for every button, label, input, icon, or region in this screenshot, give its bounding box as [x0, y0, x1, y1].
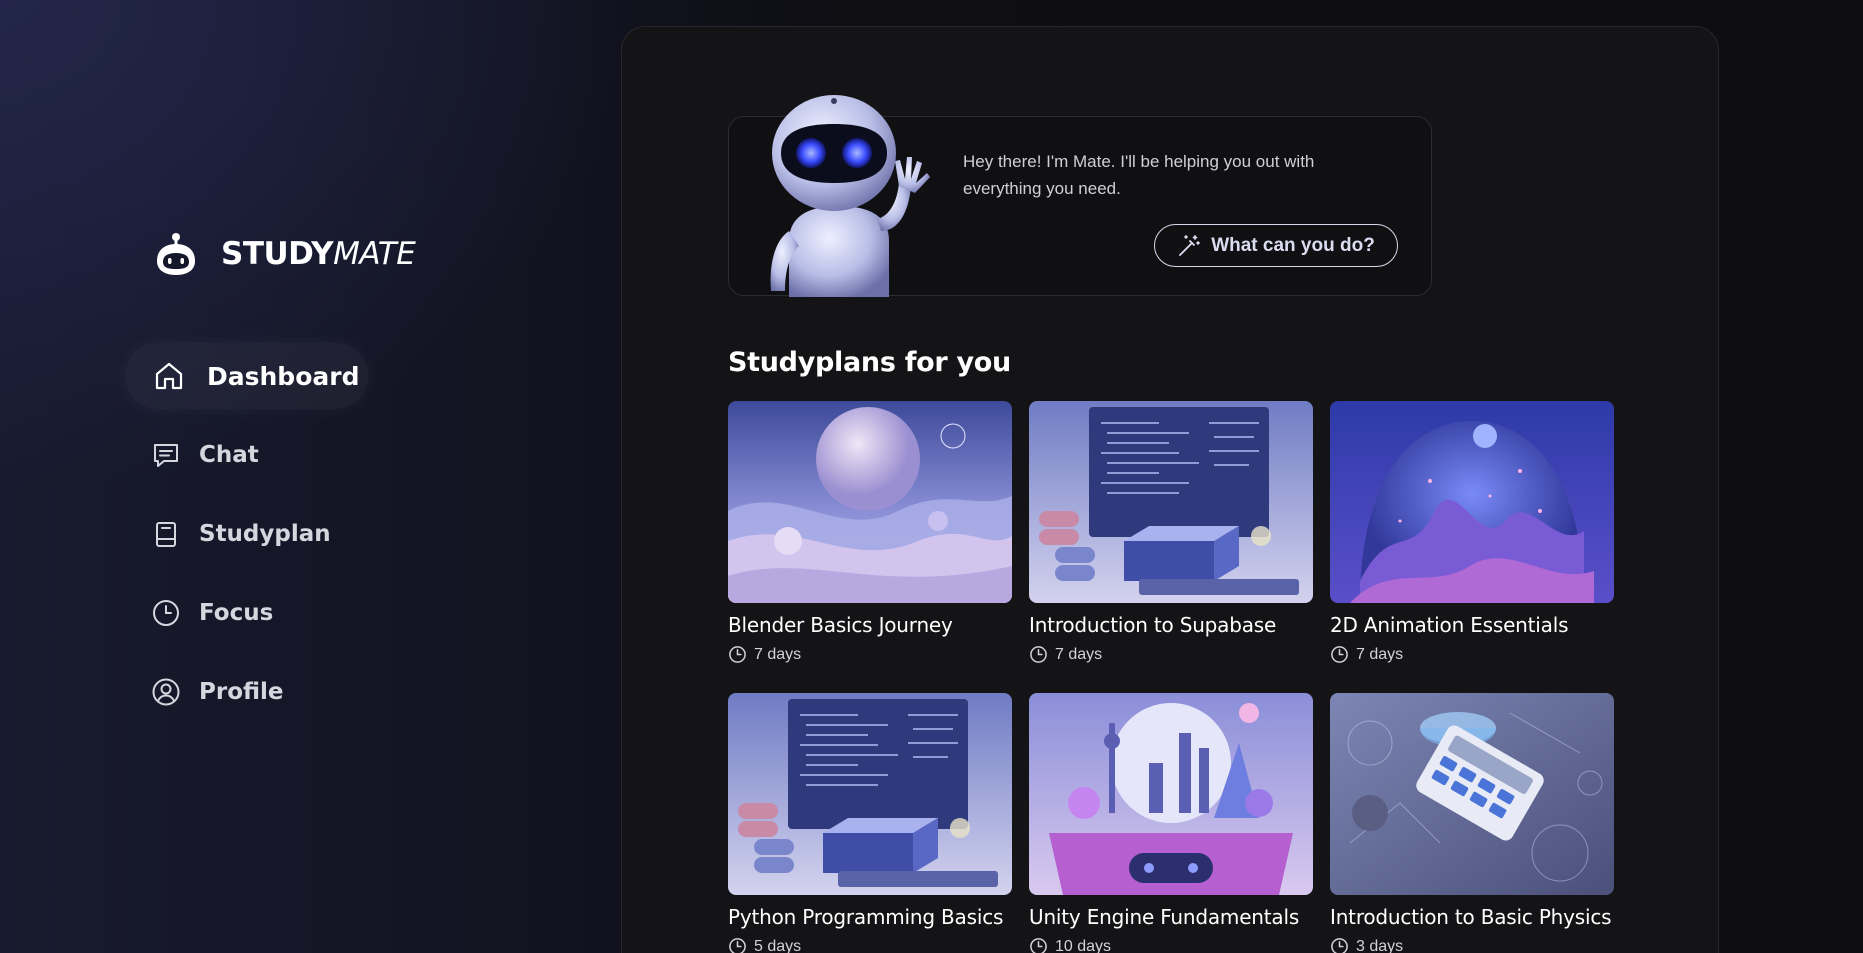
- studyplan-card[interactable]: Python Programming Basics 5 days: [728, 693, 1012, 953]
- studyplans-heading: Studyplans for you: [728, 347, 1011, 378]
- sidebar-item-label: Studyplan: [199, 521, 331, 547]
- sidebar-item-dashboard[interactable]: Dashboard: [125, 343, 368, 409]
- studyplan-card[interactable]: Introduction to Basic Physics 3 days: [1330, 693, 1614, 953]
- studyplan-thumbnail: [728, 401, 1012, 603]
- studyplan-title: Blender Basics Journey: [728, 613, 953, 637]
- robot-logo-icon: [157, 233, 195, 275]
- logo-mate: MATE: [333, 236, 416, 272]
- studyplan-duration-label: 3 days: [1356, 937, 1404, 953]
- sidebar-nav: Dashboard Chat Studyplan Focus Profile: [125, 343, 368, 738]
- studyplan-duration-label: 7 days: [1055, 645, 1103, 663]
- clock-icon: [153, 600, 179, 626]
- app-root: STUDYMATE Dashboard Chat Studyplan Focus…: [0, 0, 1863, 953]
- user-circle-icon: [152, 678, 180, 706]
- studyplan-thumbnail: [1330, 401, 1614, 603]
- studyplan-duration-label: 10 days: [1055, 937, 1112, 953]
- what-can-you-do-button[interactable]: What can you do?: [1154, 224, 1398, 267]
- sidebar-item-label: Dashboard: [207, 361, 360, 391]
- clock-icon: [1030, 646, 1047, 663]
- studyplan-duration-label: 7 days: [1356, 645, 1404, 663]
- main-panel: Hey there! I'm Mate. I'll be helping you…: [621, 26, 1719, 953]
- sidebar-item-profile[interactable]: Profile: [125, 659, 368, 725]
- studyplan-duration: 7 days: [728, 645, 1012, 664]
- studyplan-duration: 7 days: [1029, 645, 1313, 664]
- clock-icon: [1030, 938, 1047, 953]
- sidebar-item-focus[interactable]: Focus: [125, 580, 368, 646]
- studyplan-thumbnail: [1029, 693, 1313, 895]
- studyplan-duration: 7 days: [1330, 645, 1614, 664]
- studyplan-duration-label: 5 days: [754, 937, 802, 953]
- mate-robot-illustration: [770, 95, 930, 297]
- studyplan-card[interactable]: Unity Engine Fundamentals 10 days: [1029, 693, 1313, 953]
- chat-icon: [154, 444, 178, 467]
- studyplan-card[interactable]: Blender Basics Journey 7 days: [728, 401, 1012, 664]
- mate-greeting-card: Hey there! I'm Mate. I'll be helping you…: [728, 95, 1432, 297]
- studyplan-duration: 10 days: [1029, 937, 1313, 953]
- studyplan-duration-label: 7 days: [754, 645, 802, 663]
- studyplan-card[interactable]: 2D Animation Essentials 7 days: [1330, 401, 1614, 664]
- magic-wand-icon: [1179, 234, 1201, 256]
- studyplan-thumbnail: [1330, 693, 1614, 895]
- studyplan-duration: 5 days: [728, 937, 1012, 953]
- logo-study: STUDY: [221, 236, 334, 272]
- sidebar-item-label: Profile: [199, 679, 284, 705]
- sidebar: STUDYMATE Dashboard Chat Studyplan Focus…: [0, 0, 600, 953]
- logo-text: STUDYMATE: [221, 236, 416, 272]
- studyplan-title: Python Programming Basics: [728, 905, 1004, 929]
- studyplan-thumbnail: [728, 693, 1012, 895]
- clock-icon: [1331, 938, 1348, 953]
- studyplan-duration: 3 days: [1330, 937, 1614, 953]
- studyplan-title: 2D Animation Essentials: [1330, 613, 1569, 637]
- clock-icon: [729, 938, 746, 953]
- home-icon: [155, 362, 183, 390]
- mate-message: Hey there! I'm Mate. I'll be helping you…: [963, 152, 1315, 198]
- what-can-you-do-label: What can you do?: [1211, 234, 1375, 256]
- studyplan-title: Introduction to Basic Physics: [1330, 905, 1612, 929]
- sidebar-item-label: Chat: [199, 442, 259, 468]
- studyplan-title: Unity Engine Fundamentals: [1029, 905, 1300, 929]
- studyplan-title: Introduction to Supabase: [1029, 613, 1277, 637]
- app-logo[interactable]: STUDYMATE: [153, 231, 416, 277]
- sidebar-item-label: Focus: [199, 600, 274, 626]
- sidebar-item-studyplan[interactable]: Studyplan: [125, 501, 368, 567]
- studyplan-card[interactable]: Introduction to Supabase 7 days: [1029, 401, 1313, 664]
- sidebar-item-chat[interactable]: Chat: [125, 422, 368, 488]
- clock-icon: [729, 646, 746, 663]
- clock-icon: [1331, 646, 1348, 663]
- studyplan-thumbnail: [1029, 401, 1313, 603]
- book-icon: [156, 522, 176, 547]
